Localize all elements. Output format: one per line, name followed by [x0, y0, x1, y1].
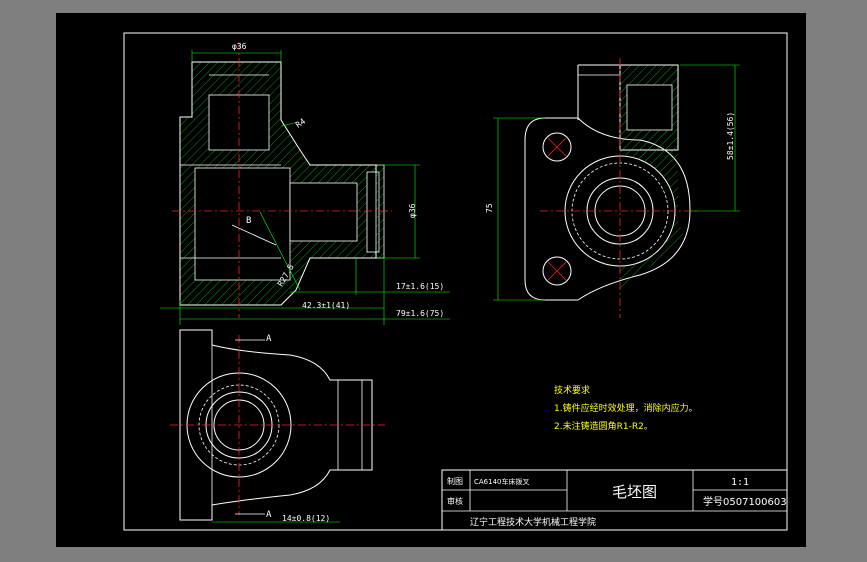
dim-75: 75 [485, 203, 494, 213]
school-name: 辽宁工程技术大学机械工程学院 [470, 516, 596, 528]
notes-title: 技术要求 [554, 384, 590, 396]
drawn-label: 制图 [447, 476, 463, 486]
dim-bore-phi36: φ36 [408, 203, 417, 218]
dim-42: 42.3±1(41) [302, 301, 350, 310]
label-a-bottom: A [266, 510, 272, 520]
dim-79: 79±1.6(75) [396, 309, 444, 318]
notes-line-2: 2.未注铸造圆角R1-R2。 [554, 420, 653, 432]
drawing-canvas [56, 13, 806, 547]
label-b: B [246, 216, 251, 226]
dim-17: 17±1.6(15) [396, 282, 444, 291]
cad-drawing: φ36 R4 φ36 B R27.5 17±1.6(15) 42.3±1(41)… [0, 0, 867, 562]
dim-58: 58±1.4(56) [726, 112, 735, 160]
notes-line-1: 1.铸件应经时效处理，消除内应力。 [554, 402, 698, 414]
drawing-name: 毛坯图 [612, 483, 657, 501]
dim-14: 14±0.8(12) [282, 514, 330, 523]
drawn-value: CA6140车床拨叉 [474, 477, 530, 486]
dim-phi36-top: φ36 [232, 42, 247, 51]
check-label: 审核 [447, 496, 463, 506]
student-number: 学号0507100603 [703, 495, 787, 508]
scale: 1:1 [731, 477, 749, 488]
label-a-top: A [266, 334, 272, 344]
